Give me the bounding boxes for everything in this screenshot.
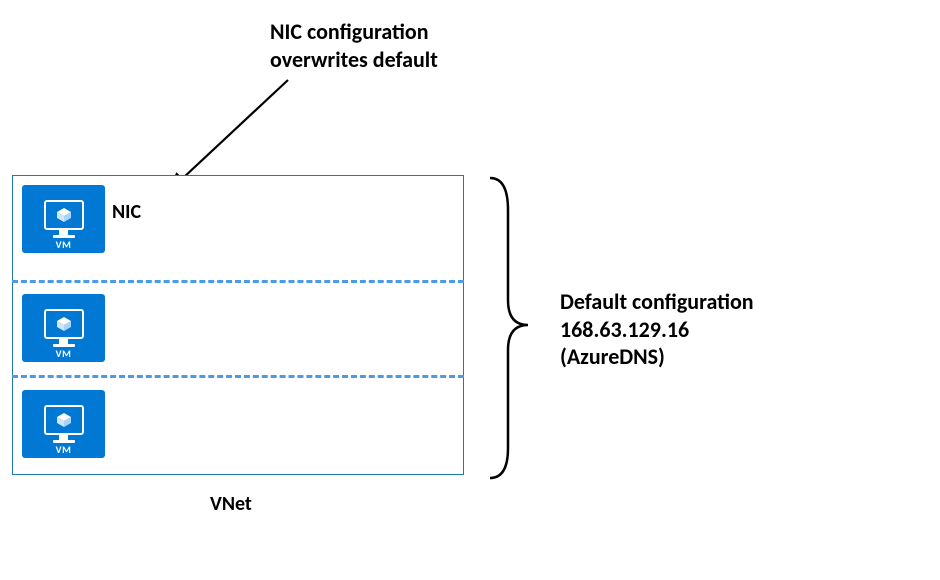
vm-monitor-icon bbox=[44, 405, 84, 435]
subnet-divider-2 bbox=[12, 375, 464, 378]
vm-caption: VM bbox=[56, 443, 72, 456]
vnet-label: VNet bbox=[210, 492, 252, 516]
annotation-nic-override: NIC configuration overwrites default bbox=[270, 18, 438, 73]
subnet-divider-1 bbox=[12, 280, 464, 283]
vm-monitor-icon bbox=[44, 309, 84, 339]
cube-icon bbox=[56, 412, 72, 428]
annotation-nic-override-line1: NIC configuration bbox=[270, 18, 429, 45]
annotation-nic-override-line2: overwrites default bbox=[270, 46, 438, 73]
vm-caption: VM bbox=[56, 238, 72, 251]
cube-icon bbox=[56, 316, 72, 332]
annotation-default-line2: 168.63.129.16 bbox=[560, 316, 689, 343]
vm-tile-3: VM bbox=[22, 390, 105, 458]
nic-label: NIC bbox=[112, 200, 141, 224]
annotation-default-config: Default configuration 168.63.129.16 (Azu… bbox=[560, 288, 754, 371]
cube-icon bbox=[56, 207, 72, 223]
vm-monitor-icon bbox=[44, 200, 84, 230]
vm-caption: VM bbox=[56, 347, 72, 360]
vm-tile-2: VM bbox=[22, 294, 105, 362]
annotation-default-line3: (AzureDNS) bbox=[560, 343, 665, 370]
vm-tile-1: VM bbox=[22, 185, 105, 253]
diagram-canvas: NIC configuration overwrites default VM … bbox=[0, 0, 940, 580]
annotation-default-line1: Default configuration bbox=[560, 288, 754, 315]
